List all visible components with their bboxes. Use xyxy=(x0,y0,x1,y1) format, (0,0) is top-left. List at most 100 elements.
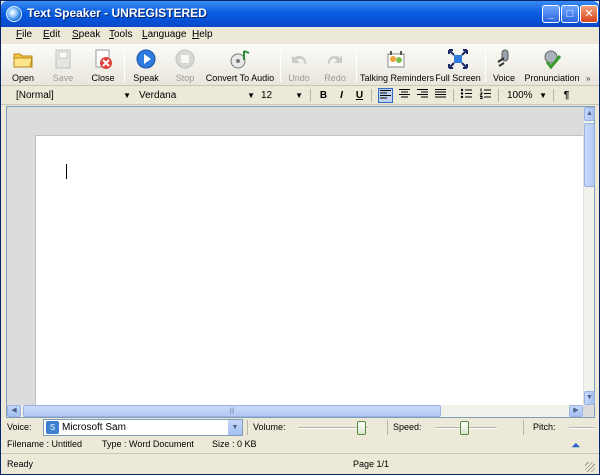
file-size-info: Size : 0 KB xyxy=(212,439,257,449)
redo-icon xyxy=(327,55,342,64)
justify-button[interactable] xyxy=(433,88,448,103)
speed-label: Speed: xyxy=(393,422,422,432)
chevron-down-icon: ▼ xyxy=(228,420,242,435)
pitch-slider-track[interactable] xyxy=(569,427,595,429)
stop-icon xyxy=(175,49,195,69)
pronunciation-check-icon xyxy=(544,50,562,70)
align-left-icon xyxy=(380,90,391,99)
menu-speak[interactable]: Speak xyxy=(72,29,100,40)
chevron-down-icon: ▼ xyxy=(295,91,303,100)
file-info-bar: Filename : Untitled Type : Word Document… xyxy=(1,437,599,453)
text-caret xyxy=(66,164,67,179)
numbered-list-button[interactable] xyxy=(478,88,493,103)
menu-file[interactable]: File xyxy=(16,29,32,40)
microphone-icon xyxy=(497,49,509,67)
zoom-select[interactable]: 100% ▼ xyxy=(503,88,549,103)
toolbar-separator xyxy=(280,50,281,82)
voice-label: Voice: xyxy=(7,422,32,432)
vertical-scrollbar[interactable]: ▲ ▼ xyxy=(583,107,595,405)
toolbar-separator xyxy=(498,89,499,102)
voice-select[interactable]: S Microsoft Sam ▼ xyxy=(43,419,243,436)
pronunciation-button[interactable]: Pronunciation xyxy=(523,46,581,84)
scroll-right-button[interactable]: ▶ xyxy=(569,405,583,417)
minimize-button[interactable]: _ xyxy=(542,5,560,23)
menu-tools[interactable]: Tools xyxy=(109,29,132,40)
menu-edit[interactable]: Edit xyxy=(43,29,60,40)
toolbar-separator xyxy=(387,420,388,435)
numbered-list-icon xyxy=(479,88,491,99)
toolbar-overflow-button[interactable]: » xyxy=(586,74,590,83)
toolbar-separator xyxy=(356,50,357,82)
status-text: Ready xyxy=(7,459,34,469)
title-bar[interactable]: Text Speaker - UNREGISTERED _ □ ✕ xyxy=(1,1,599,27)
font-select[interactable]: Verdana ▼ xyxy=(135,88,257,103)
pitch-label: Pitch: xyxy=(533,422,556,432)
stop-button[interactable]: Stop xyxy=(167,46,203,84)
open-button[interactable]: Open xyxy=(5,46,41,84)
app-icon[interactable] xyxy=(6,6,22,22)
volume-label: Volume: xyxy=(253,422,286,432)
talking-reminders-button[interactable]: Talking Reminders xyxy=(360,46,434,84)
window-title: Text Speaker - UNREGISTERED xyxy=(27,6,207,20)
bullet-list-button[interactable] xyxy=(459,88,474,103)
chevron-down-icon: ▼ xyxy=(539,91,547,100)
underline-button[interactable]: U xyxy=(352,88,367,103)
convert-audio-icon xyxy=(230,50,250,69)
scroll-down-button[interactable]: ▼ xyxy=(584,391,595,405)
align-right-icon xyxy=(417,89,428,98)
close-window-button[interactable]: ✕ xyxy=(580,5,598,23)
collapse-up-icon[interactable]: ⏶ xyxy=(571,438,581,453)
show-paragraph-marks-button[interactable]: ¶ xyxy=(559,88,574,103)
style-select[interactable]: [Normal] ▼ xyxy=(12,88,133,103)
font-size-select[interactable]: 12 ▼ xyxy=(257,88,305,103)
main-toolbar: Open Save Close Speak Stop Convert To Au… xyxy=(1,44,599,86)
justify-icon xyxy=(435,89,446,98)
convert-to-audio-button[interactable]: Convert To Audio xyxy=(205,46,275,84)
resize-grip[interactable] xyxy=(585,462,595,472)
play-icon xyxy=(136,49,156,69)
chevron-down-icon: ▼ xyxy=(123,91,131,100)
scroll-up-button[interactable]: ▲ xyxy=(584,107,595,121)
reminders-icon xyxy=(387,51,405,68)
toolbar-separator xyxy=(485,50,486,82)
toolbar-separator xyxy=(124,50,125,82)
undo-button[interactable]: Undo xyxy=(283,46,315,84)
align-center-button[interactable] xyxy=(397,88,412,103)
format-toolbar: [Normal] ▼ Verdana ▼ 12 ▼ B I U 100% ▼ ¶ xyxy=(1,86,599,105)
bullet-list-icon xyxy=(460,88,472,99)
file-type-info: Type : Word Document xyxy=(102,439,194,449)
menu-language[interactable]: Language xyxy=(142,29,187,40)
align-right-button[interactable] xyxy=(415,88,430,103)
toolbar-separator xyxy=(523,420,524,435)
volume-slider-thumb[interactable] xyxy=(357,421,366,435)
horizontal-scrollbar[interactable]: ◀ ||| ▶ xyxy=(7,405,583,417)
bold-button[interactable]: B xyxy=(316,88,331,103)
voice-bar: Voice: S Microsoft Sam ▼ Volume: Speed: … xyxy=(1,418,599,437)
toolbar-separator xyxy=(553,89,554,102)
scroll-left-button[interactable]: ◀ xyxy=(7,405,21,417)
speed-slider-thumb[interactable] xyxy=(460,421,469,435)
horizontal-scroll-thumb[interactable]: ||| xyxy=(23,405,441,417)
menu-bar: File Edit Speak Tools Language Help xyxy=(1,27,599,44)
app-window: Text Speaker - UNREGISTERED _ □ ✕ File E… xyxy=(0,0,600,475)
full-screen-icon xyxy=(448,49,468,69)
voice-button[interactable]: Voice xyxy=(488,46,520,84)
redo-button[interactable]: Redo xyxy=(319,46,351,84)
open-folder-icon xyxy=(13,53,33,68)
speak-button[interactable]: Speak xyxy=(128,46,164,84)
full-screen-button[interactable]: Full Screen xyxy=(435,46,481,84)
close-doc-button[interactable]: Close xyxy=(85,46,121,84)
menu-help[interactable]: Help xyxy=(192,29,213,40)
italic-button[interactable]: I xyxy=(334,88,349,103)
document-area: ▲ ▼ ◀ ||| ▶ xyxy=(6,106,595,418)
save-icon xyxy=(55,49,71,69)
maximize-button[interactable]: □ xyxy=(561,5,579,23)
vertical-scroll-thumb[interactable] xyxy=(584,123,595,187)
filename-info: Filename : Untitled xyxy=(7,439,83,449)
align-center-icon xyxy=(399,89,410,98)
document-page[interactable] xyxy=(35,135,583,417)
save-button[interactable]: Save xyxy=(45,46,81,84)
toolbar-separator xyxy=(310,89,311,102)
close-document-icon xyxy=(95,49,112,69)
align-left-button[interactable] xyxy=(378,88,393,103)
